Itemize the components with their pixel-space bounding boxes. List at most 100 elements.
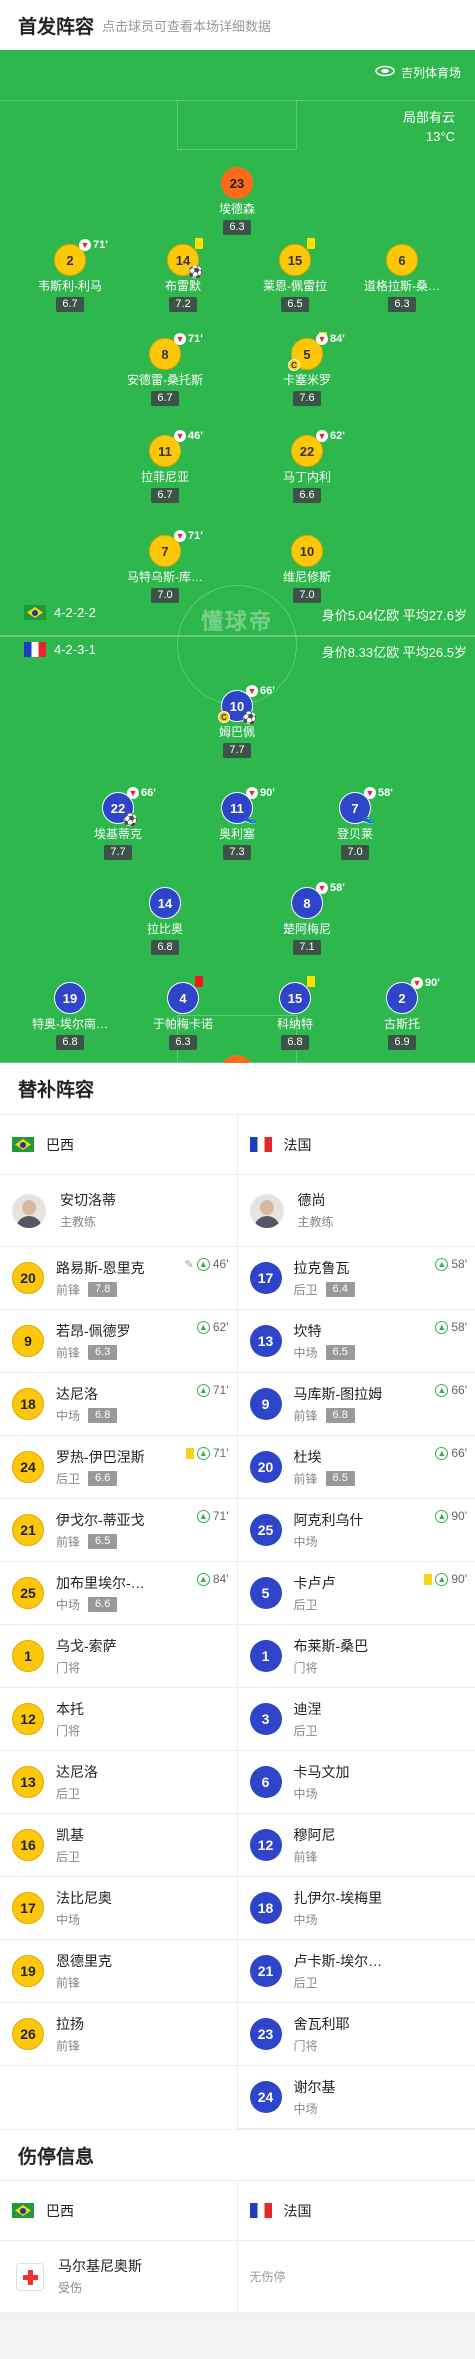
away-player[interactable]: 15 科纳特 6.8: [240, 976, 350, 1050]
player-rating: 6.3: [169, 1035, 197, 1050]
away-player[interactable]: 8 ▼ 58' 楚阿梅尼 7.1: [252, 882, 362, 955]
sub-player-row[interactable]: 24 罗热-伊巴涅斯 后卫 6.6 ▲ 71': [0, 1436, 237, 1499]
home-team-row: 巴西: [0, 1115, 237, 1175]
home-player[interactable]: 5 C ▼ 84' 卡塞米罗 7.6: [252, 332, 362, 406]
player-number-badge: 8 ▼ 71': [149, 333, 203, 370]
sub-player-row[interactable]: 5 卡卢卢 后卫 ▲ 90': [237, 1562, 475, 1625]
player-position: 中场: [293, 1912, 318, 1927]
player-name: 马特乌斯-库…: [127, 570, 203, 584]
away-player[interactable]: 7 👟 ▼ 58' 登贝莱 7.0: [300, 787, 410, 860]
sub-player-row[interactable]: 18 扎伊尔-埃梅里 中场: [237, 1877, 475, 1940]
player-name: 罗热-伊巴涅斯: [56, 1448, 145, 1465]
sub-off-icon: ▼: [316, 430, 328, 442]
sub-player-row[interactable]: 20 杜埃 前锋 6.5 ▲ 66': [237, 1436, 475, 1499]
player-name: 凯基: [56, 1826, 84, 1843]
sub-player-row[interactable]: 18 达尼洛 中场 6.8 ▲ 71': [0, 1373, 237, 1436]
penalty-icon: ✎: [184, 1258, 194, 1271]
home-player[interactable]: 7 ▼ 71' 马特乌斯-库… 7.0: [110, 530, 220, 603]
home-player[interactable]: 15 莱恩-佩雷拉 6.5: [240, 238, 350, 312]
sub-player-row[interactable]: 25 加布里埃尔-… 中场 6.6 ▲ 84': [0, 1562, 237, 1625]
home-player[interactable]: 23 埃德森 6.3: [182, 167, 292, 235]
away-player[interactable]: 19 特奥-埃尔南… 6.8: [15, 982, 125, 1050]
away-player[interactable]: 2 ▼ 90' 古斯托 6.9: [347, 977, 457, 1050]
injured-player-name: 马尔基尼奥斯: [58, 2258, 142, 2274]
sub-player-row[interactable]: 23 舍瓦利耶 门将: [237, 2003, 475, 2066]
sub-player-row[interactable]: 20 路易斯-恩里克 前锋 7.8 ✎ ▲ 46': [0, 1247, 237, 1310]
player-name: 路易斯-恩里克: [56, 1259, 145, 1276]
sub-player-row[interactable]: 1 布莱斯-桑巴 门将: [237, 1625, 475, 1688]
substitution-on-indicator: ▲ 71': [196, 1383, 229, 1397]
player-name: 加布里埃尔-…: [56, 1574, 145, 1591]
home-player[interactable]: 11 ▼ 46' 拉菲尼亚 6.7: [110, 430, 220, 503]
player-name: 埃德森: [218, 202, 255, 216]
no-injuries-row: 无伤停: [237, 2241, 475, 2313]
empty-row: [0, 2066, 237, 2129]
away-player[interactable]: 16迈尼昂7.0: [182, 1055, 292, 1063]
player-number-badge: 21: [12, 1514, 44, 1546]
player-position: 中场: [293, 1345, 318, 1360]
player-number-badge: 6: [386, 244, 418, 276]
sub-on-icon: ▲: [435, 1446, 449, 1460]
sub-player-row[interactable]: 17 拉克鲁瓦 后卫 6.4 ▲ 58': [237, 1247, 475, 1310]
sub-player-row[interactable]: 1 乌戈-索萨 门将: [0, 1625, 237, 1688]
player-number-badge: 20: [12, 1262, 44, 1294]
player-number-badge: 22 ▼ 62': [291, 430, 345, 467]
sub-player-row[interactable]: 21 卢卡斯-埃尔… 后卫: [237, 1940, 475, 2003]
player-name: 卡卢卢: [293, 1574, 336, 1591]
sub-player-row[interactable]: 16 凯基 后卫: [0, 1814, 237, 1877]
away-player[interactable]: 22 ⚽ ▼ 66' 埃基蒂克 7.7: [63, 787, 173, 860]
substitution-off-indicator: ▼ 66': [127, 787, 156, 799]
player-position: 后卫: [293, 1723, 318, 1738]
player-number-badge: 23: [221, 167, 253, 199]
player-name: 楚阿梅尼: [282, 922, 331, 936]
home-coach-row[interactable]: 安切洛蒂 主教练: [0, 1175, 237, 1247]
away-player[interactable]: 10 C ⚽ ▼ 66' 姆巴佩 7.7: [182, 685, 292, 758]
sub-player-row[interactable]: 9 马库斯-图拉姆 前锋 6.8 ▲ 66': [237, 1373, 475, 1436]
player-position: 门将: [293, 1660, 318, 1675]
player-name: 马丁内利: [282, 470, 331, 484]
home-player[interactable]: 10 维尼修斯 7.0: [252, 535, 362, 603]
away-player[interactable]: 14 拉比奥 6.8: [110, 887, 220, 955]
home-player[interactable]: 8 ▼ 71' 安德雷-桑托斯 6.7: [110, 333, 220, 406]
goal-ball-icon: ⚽: [242, 711, 257, 725]
sub-off-icon: ▼: [174, 430, 186, 442]
sub-player-row[interactable]: 3 迪涅 后卫: [237, 1688, 475, 1751]
sub-player-row[interactable]: 9 若昂-佩德罗 前锋 6.3 ▲ 62': [0, 1310, 237, 1373]
home-player[interactable]: 14 ⚽ 布雷默 7.2: [128, 238, 238, 312]
sub-player-row[interactable]: 26 拉扬 前锋: [0, 2003, 237, 2066]
sub-player-row[interactable]: 6 卡马文加 中场: [237, 1751, 475, 1814]
home-player[interactable]: 2 ▼ 71' 韦斯利-利马 6.7: [15, 239, 125, 312]
player-number-badge: 13: [12, 1766, 44, 1798]
away-coach-row[interactable]: 德尚 主教练: [237, 1175, 475, 1247]
player-number-badge: 14 ⚽: [167, 238, 203, 278]
player-rating: 6.8: [88, 1407, 118, 1423]
substitution-on-indicator: ▲ 62': [196, 1320, 229, 1334]
sub-on-icon: ▲: [196, 1257, 210, 1271]
player-number-badge: 4: [167, 976, 203, 1014]
home-player[interactable]: 6 道格拉斯-桑… 6.3: [347, 244, 457, 312]
home-player[interactable]: 22 ▼ 62' 马丁内利 6.6: [252, 430, 362, 503]
player-position: 后卫: [293, 1282, 318, 1297]
lineup-title: 首发阵容: [18, 16, 95, 38]
substitution-on-indicator: ▲ 58': [435, 1320, 467, 1334]
away-player[interactable]: 11 👟 ▼ 90' 奥利塞 7.3: [182, 787, 292, 860]
player-number-badge: 1: [12, 1640, 44, 1672]
player-number-badge: 25: [249, 1514, 282, 1546]
player-name: 莱恩-佩雷拉: [263, 279, 327, 293]
injured-player-row[interactable]: 马尔基尼奥斯 受伤: [0, 2241, 237, 2313]
injury-away-team-name: 法国: [283, 2202, 312, 2219]
sub-player-row[interactable]: 13 达尼洛 后卫: [0, 1751, 237, 1814]
sub-player-row[interactable]: 17 法比尼奥 中场: [0, 1877, 237, 1940]
sub-player-row[interactable]: 13 坎特 中场 6.5 ▲ 58': [237, 1310, 475, 1373]
sub-player-row[interactable]: 21 伊戈尔-蒂亚戈 前锋 6.5 ▲ 71': [0, 1499, 237, 1562]
sub-player-row[interactable]: 12 穆阿尼 前锋: [237, 1814, 475, 1877]
player-rating: 6.7: [56, 297, 84, 312]
sub-player-row[interactable]: 19 恩德里克 前锋: [0, 1940, 237, 2003]
player-rating: 6.3: [88, 1344, 118, 1360]
sub-player-row[interactable]: 12 本托 门将: [0, 1688, 237, 1751]
player-rating: 7.7: [223, 743, 251, 758]
away-player[interactable]: 4 于帕梅卡诺 6.3: [128, 976, 238, 1050]
player-name: 于帕梅卡诺: [152, 1017, 213, 1031]
sub-player-row[interactable]: 24 谢尔基 中场: [237, 2066, 475, 2129]
sub-player-row[interactable]: 25 阿克利乌什 中场 ▲ 90': [237, 1499, 475, 1562]
